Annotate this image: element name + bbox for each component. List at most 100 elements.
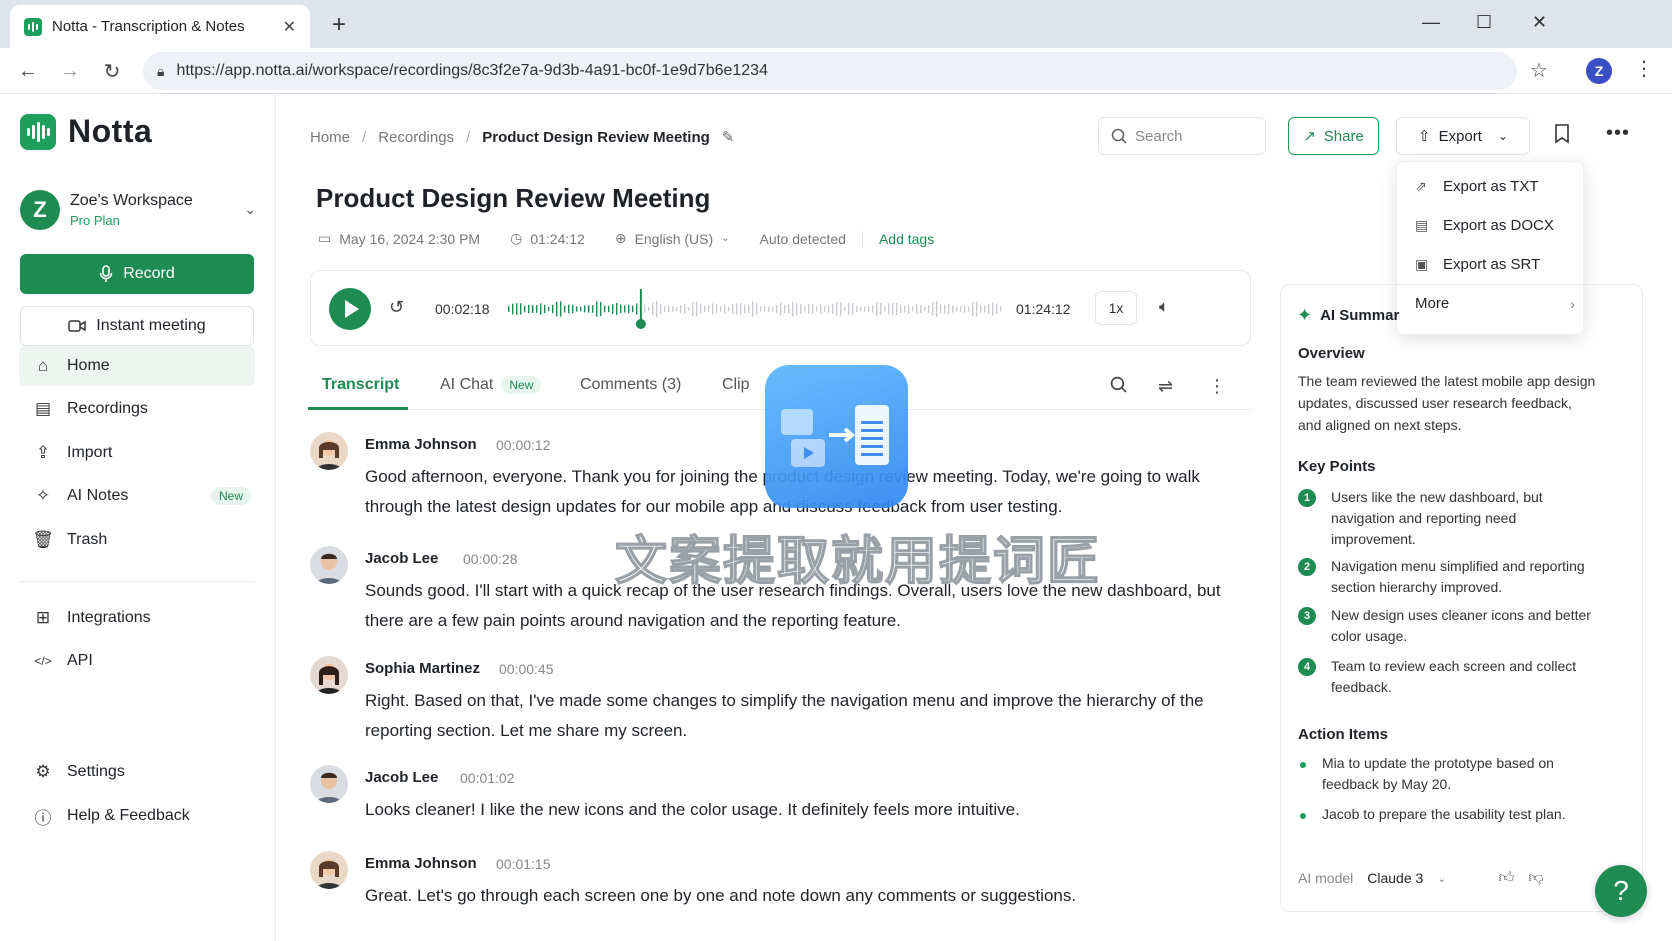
tab-transcript[interactable]: Transcript <box>322 376 399 394</box>
instant-meeting-button[interactable]: Instant meeting <box>20 306 254 346</box>
speaker-name: Emma Johnson <box>365 855 477 872</box>
sidebar-item-home[interactable]: ⌂ Home <box>19 346 255 386</box>
waveform-bar <box>516 303 518 315</box>
edit-pencil-icon[interactable]: ✎ <box>722 128 735 146</box>
ai-model-select[interactable]: Claude 3 <box>1367 870 1423 886</box>
breadcrumb-home[interactable]: Home <box>310 129 350 146</box>
profile-avatar[interactable]: Z <box>1586 58 1612 84</box>
close-window-icon[interactable]: ✕ <box>1532 12 1547 33</box>
sidebar-item-recordings[interactable]: ▤ Recordings <box>19 389 255 429</box>
new-badge: New <box>501 376 542 394</box>
timestamp[interactable]: 00:01:15 <box>496 856 551 872</box>
language-select[interactable]: English (US) <box>635 231 714 247</box>
sidebar-item-ai-notes[interactable]: ✧ AI Notes New <box>19 476 255 516</box>
waveform-bar <box>840 302 842 316</box>
waveform-bar <box>788 304 790 314</box>
search-icon[interactable] <box>1110 376 1127 398</box>
transcript-text: Great. Let's go through each screen one … <box>365 886 1077 905</box>
sidebar-item-help[interactable]: ⓘ Help & Feedback <box>19 796 255 836</box>
reload-icon[interactable]: ↻ <box>98 57 126 85</box>
back-icon[interactable]: ← <box>14 57 42 85</box>
avatar <box>310 851 348 889</box>
waveform-bar <box>596 301 598 317</box>
waveform-bar <box>528 304 530 314</box>
minimize-icon[interactable]: — <box>1422 12 1440 33</box>
bookmark-star-icon[interactable]: ☆ <box>1530 58 1548 83</box>
timestamp[interactable]: 00:00:12 <box>496 437 551 453</box>
browser-tabbar: Notta - Transcription & Notes ✕ + — ☐ ✕ <box>0 0 1672 48</box>
timestamp[interactable]: 00:01:02 <box>460 770 515 786</box>
url-field[interactable]: 🔒︎ https://app.notta.ai/workspace/record… <box>143 52 1517 90</box>
waveform-bar <box>632 305 634 313</box>
help-button[interactable]: ? <box>1595 865 1647 917</box>
workspace-switcher[interactable]: Z Zoe's Workspace Pro Plan ⌄ <box>20 187 256 233</box>
waveform-bar <box>508 306 510 312</box>
tab-clip[interactable]: Clip <box>722 376 750 394</box>
more-horizontal-icon[interactable]: ••• <box>1606 122 1630 145</box>
sidebar-item-trash[interactable]: 🗑︎ Trash <box>19 520 255 560</box>
waveform-bar <box>916 304 918 314</box>
share-button[interactable]: ↗ Share <box>1288 117 1379 155</box>
sidebar-item-settings[interactable]: ⚙ Settings <box>19 752 255 792</box>
sidebar-item-label: Integrations <box>67 609 151 626</box>
search-input[interactable]: Search <box>1098 117 1266 155</box>
tab-title: Notta - Transcription & Notes <box>52 18 245 35</box>
new-tab-icon[interactable]: + <box>325 11 353 39</box>
waveform-bar <box>636 303 638 315</box>
waveform-bar <box>1000 306 1002 312</box>
forward-icon[interactable]: → <box>56 57 84 85</box>
rewind-icon[interactable]: ↺ <box>389 297 404 318</box>
waveform-bar <box>816 306 818 312</box>
waveform-bar <box>812 304 814 314</box>
add-tags-link[interactable]: Add tags <box>879 231 934 247</box>
sidebar-item-api[interactable]: </> API <box>19 641 255 681</box>
timestamp[interactable]: 00:00:45 <box>499 661 554 677</box>
more-vertical-icon[interactable]: ⋮ <box>1208 376 1226 397</box>
timestamp[interactable]: 00:00:28 <box>463 551 518 567</box>
docx-file-icon: ▤ <box>1415 217 1429 233</box>
thumbs-down-icon[interactable]: 👎︎ <box>1528 869 1543 887</box>
menu-export-txt[interactable]: ⇗ Export as TXT <box>1415 178 1575 195</box>
play-button[interactable] <box>329 288 371 330</box>
waveform-bar <box>800 304 802 314</box>
waveform-bar <box>764 306 766 312</box>
playhead-line[interactable] <box>639 289 642 323</box>
maximize-icon[interactable]: ☐ <box>1476 12 1492 33</box>
menu-export-docx[interactable]: ▤ Export as DOCX <box>1415 217 1575 234</box>
sidebar-item-import[interactable]: ⇪ Import <box>19 433 255 473</box>
thumbs-up-icon[interactable]: 👍︎ <box>1499 869 1515 887</box>
close-tab-icon[interactable]: ✕ <box>283 17 296 37</box>
export-button[interactable]: ⇧ Export ⌄ <box>1396 117 1530 155</box>
bookmark-icon[interactable] <box>1554 124 1570 149</box>
browser-tab[interactable]: Notta - Transcription & Notes ✕ <box>10 5 310 48</box>
record-button[interactable]: Record <box>20 254 254 294</box>
tab-ai-chat[interactable]: AI Chat New <box>440 376 542 394</box>
waveform-bar <box>892 302 894 316</box>
logo[interactable]: Notta <box>20 113 152 150</box>
key-point-number: 4 <box>1298 658 1316 676</box>
sidebar-item-integrations[interactable]: ⊞ Integrations <box>19 598 255 638</box>
waveform-bar <box>700 303 702 315</box>
workspace-name: Zoe's Workspace <box>70 192 193 209</box>
waveform-bar <box>972 302 974 316</box>
waveform-bar <box>880 303 882 315</box>
export-label: Export <box>1438 127 1482 145</box>
tab-comments[interactable]: Comments (3) <box>580 376 681 394</box>
browser-menu-icon[interactable]: ⋮ <box>1634 56 1654 81</box>
waveform-bar <box>652 302 654 316</box>
menu-export-srt[interactable]: ▣ Export as SRT <box>1415 256 1575 273</box>
volume-icon[interactable]: 🔈︎ <box>1159 297 1169 317</box>
waveform-bar <box>824 306 826 312</box>
waveform-bar <box>868 306 870 312</box>
breadcrumb-recordings[interactable]: Recordings <box>378 129 454 146</box>
chevron-down-icon: ⌄ <box>244 201 256 217</box>
filter-icon[interactable]: ⇌ <box>1158 376 1173 397</box>
current-time: 00:02:18 <box>435 301 490 317</box>
key-points-heading: Key Points <box>1298 458 1376 475</box>
playback-speed-button[interactable]: 1x <box>1095 291 1137 325</box>
waveform-scrubber[interactable] <box>507 289 1003 329</box>
waveform-bar <box>716 304 718 314</box>
sidebar-item-label: AI Notes <box>67 487 129 504</box>
playhead-knob[interactable] <box>635 319 646 329</box>
sparkle-icon: ✦ <box>1297 305 1313 325</box>
